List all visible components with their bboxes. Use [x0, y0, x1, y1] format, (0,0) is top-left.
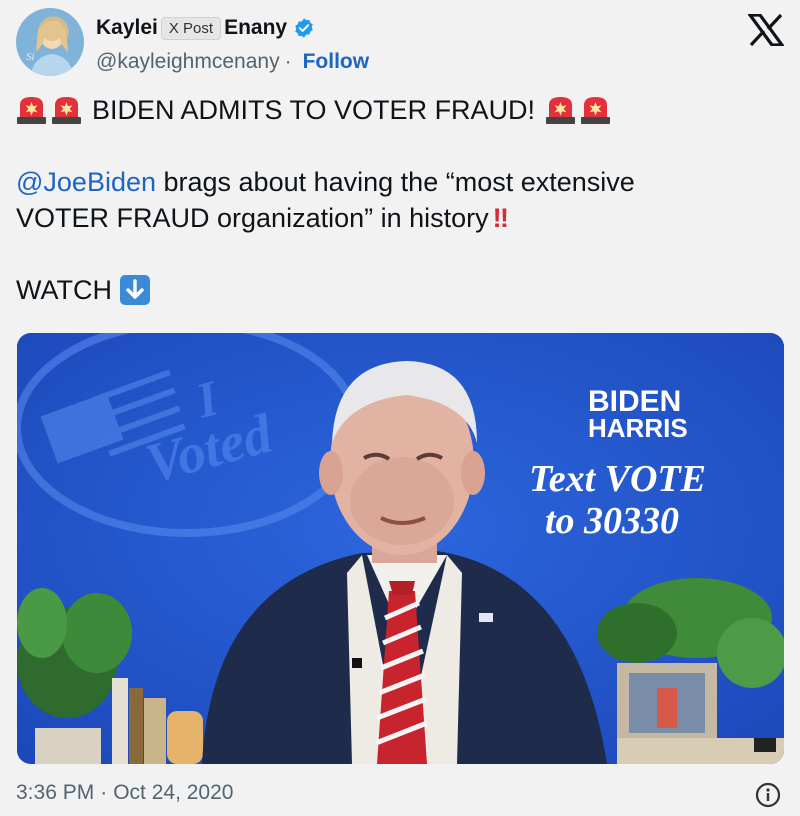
headline-line: BIDEN ADMITS TO VOTER FRAUD! — [16, 92, 786, 128]
body-text-1: brags about having the “most extensive — [156, 167, 635, 197]
watch-label: WATCH — [16, 275, 112, 305]
author-name-start: Kaylei — [96, 16, 158, 39]
siren-icon — [52, 97, 81, 124]
verified-badge-icon — [295, 18, 313, 38]
avatar[interactable]: Si — [16, 8, 84, 76]
double-exclamation: ‼ — [492, 203, 509, 233]
post-date: Oct 24, 2020 — [113, 781, 234, 804]
follow-button[interactable]: Follow — [303, 50, 370, 74]
author-name-end: Enany — [224, 16, 288, 39]
mention-link[interactable]: @JoeBiden — [16, 164, 156, 200]
tweet-text: BIDEN ADMITS TO VOTER FRAUD! @JoeBiden b… — [16, 92, 786, 308]
cta-line-2: to 30330 — [545, 500, 679, 542]
info-icon[interactable] — [755, 782, 781, 808]
author-name[interactable]: Kaylei X Post Enany — [96, 16, 315, 40]
watch-line: WATCH — [16, 272, 786, 308]
down-arrow-icon — [119, 275, 150, 305]
headline-text: BIDEN ADMITS TO VOTER FRAUD! — [92, 95, 536, 125]
x-logo-icon[interactable] — [748, 14, 784, 46]
cta-line-1: Text VOTE — [529, 458, 706, 500]
post-time: 3:36 PM — [16, 781, 95, 804]
body-line-1: @JoeBiden brags about having the “most e… — [16, 164, 786, 200]
post-tooltip: X Post — [160, 16, 222, 40]
author-handle[interactable]: @kayleighmcenany — [96, 50, 280, 74]
siren-icon — [17, 97, 46, 124]
body-text-2: VOTER FRAUD organization” in history — [16, 203, 489, 233]
body-line-2: VOTER FRAUD organization” in history ‼ — [16, 200, 786, 236]
siren-icon — [546, 97, 576, 124]
video-player[interactable]: I Voted BIDEN HARRIS Text VOTE to 30330 — [17, 333, 784, 764]
svg-text:Si: Si — [26, 51, 35, 63]
campaign-line-2: HARRIS — [588, 413, 688, 443]
timestamp[interactable]: 3:36 PM · Oct 24, 2020 — [16, 781, 233, 805]
author-handle-row: @kayleighmcenany · Follow — [96, 50, 369, 74]
siren-icon — [581, 97, 611, 124]
separator: · — [284, 50, 292, 73]
separator: · — [100, 781, 108, 804]
